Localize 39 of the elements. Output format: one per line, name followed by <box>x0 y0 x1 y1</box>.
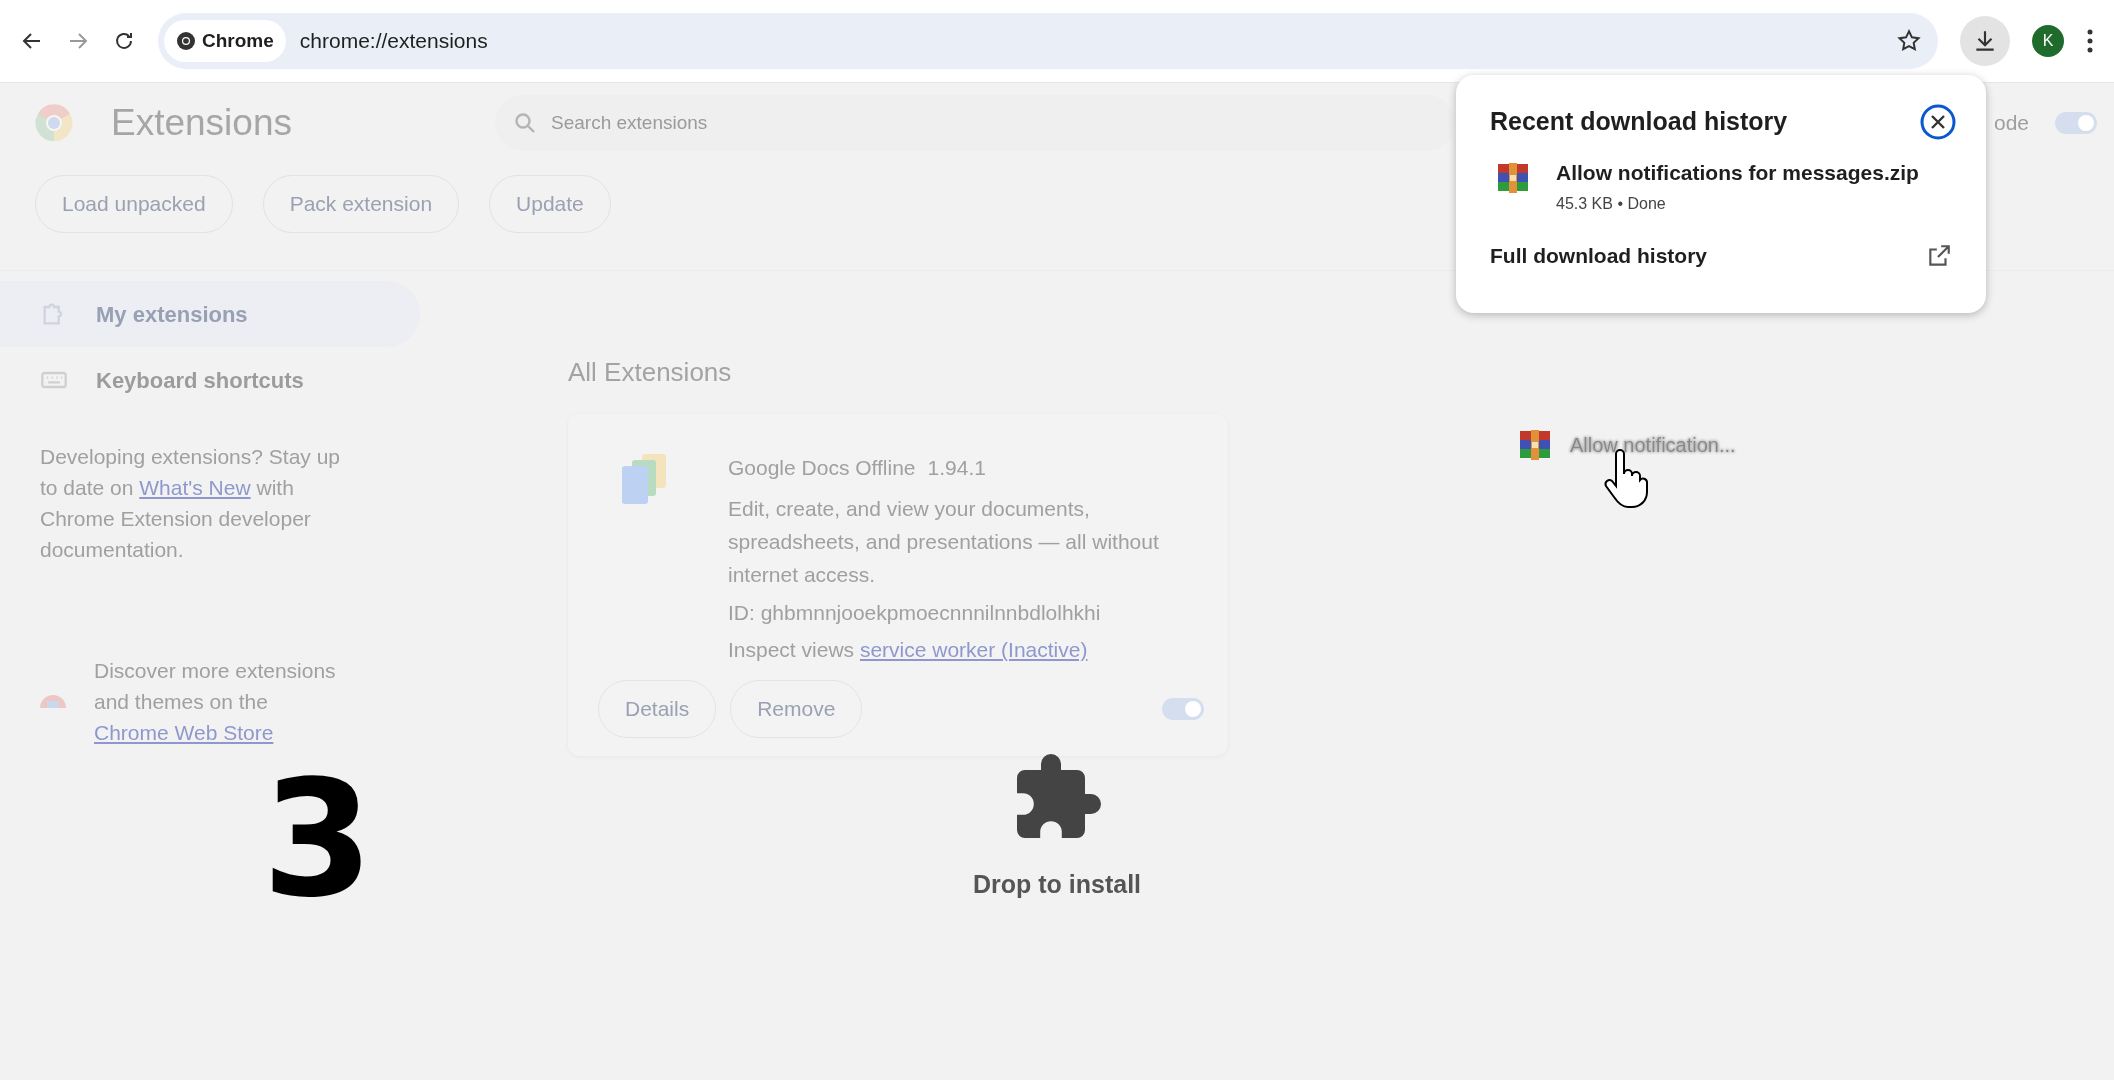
page-title: Extensions <box>111 101 292 146</box>
external-link-icon <box>1926 242 1952 269</box>
url-text: chrome://extensions <box>299 28 489 55</box>
developer-mode-label: ode <box>1993 110 2029 137</box>
toggle-switch[interactable] <box>2055 112 2097 134</box>
extension-description: Edit, create, and view your documents, spreadsheets, and presentations — all without internet access. <box>728 495 1160 588</box>
popup-title: Recent download history <box>1490 106 1788 137</box>
site-chip[interactable]: Chrome <box>164 20 286 62</box>
file-status: 45.3 KB • Done <box>1556 194 1667 214</box>
service-worker-link[interactable]: service worker (Inactive) <box>859 638 1088 661</box>
address-bar[interactable]: Chrome chrome://extensions <box>158 13 1938 69</box>
profile-avatar[interactable]: K <box>2032 25 2064 57</box>
web-store-link[interactable]: Chrome Web Store <box>94 721 274 744</box>
star-icon[interactable] <box>1896 28 1922 54</box>
extension-name: Google Docs Offline <box>728 455 916 481</box>
chrome-logo <box>35 104 73 142</box>
extension-version: 1.94.1 <box>927 455 986 481</box>
sidebar-item[interactable]: My extensions <box>0 281 420 347</box>
sidebar-item[interactable]: Keyboard shortcuts <box>0 347 420 413</box>
web-store-icon <box>40 695 66 708</box>
inspect-views: Inspect views service worker (Inactive) <box>728 637 1089 663</box>
file-name: Allow notifications for messages.zip <box>1556 159 1919 186</box>
web-store-note: Discover more extensions and themes on the Chrome Web Store <box>94 658 337 746</box>
download-item[interactable]: Allow notifications for messages.zip 45.3 KB • Done <box>1490 156 1952 216</box>
close-icon[interactable] <box>1920 103 1956 140</box>
full-history-link[interactable]: Full download history <box>1490 240 1952 272</box>
extension-id: ID: ghbmnnjooekpmoecnnnilnnbdlolhkhi <box>728 599 1102 626</box>
download-button[interactable] <box>1960 16 2010 66</box>
search-icon <box>513 111 537 135</box>
archive-icon <box>1496 160 1530 195</box>
dragged-file-label: Allow notification... <box>1570 433 1736 458</box>
archive-icon <box>1518 428 1552 462</box>
drop-label: Drop to install <box>972 869 1142 900</box>
toggle-switch[interactable] <box>1162 698 1204 720</box>
whats-new-link[interactable]: What's New <box>139 476 251 499</box>
menu-icon[interactable] <box>2086 28 2094 54</box>
developer-note: Developing extensions? Stay up to date on What's New with Chrome Extension developer documentation. <box>40 444 342 563</box>
step-number: 3 <box>262 760 374 920</box>
section-title: All Extensions <box>568 356 733 389</box>
